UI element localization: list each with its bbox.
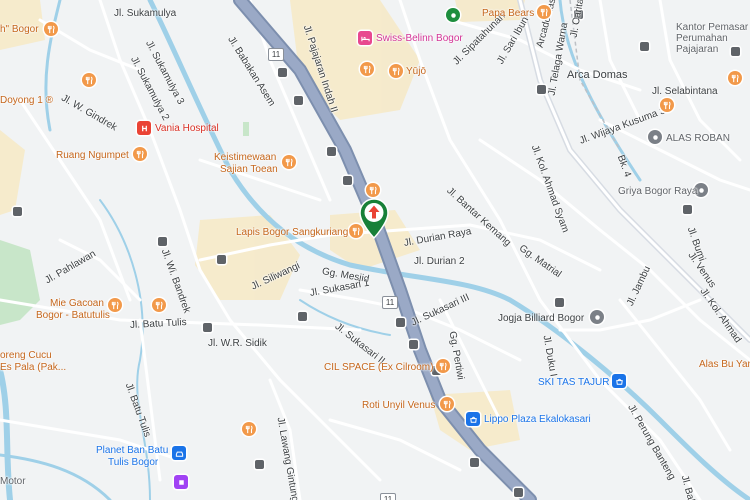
map-canvas[interactable]: 11 11 11 Jl. Sukamulya Jl. Sukamulya 3 J… <box>0 0 750 500</box>
bus-stop-icon[interactable] <box>640 42 649 51</box>
poi-label[interactable]: Mie Gacoan <box>50 298 104 309</box>
restaurant-icon[interactable] <box>440 397 454 411</box>
bus-stop-icon[interactable] <box>294 96 303 105</box>
street-label: Jl. W.R. Sidik <box>208 338 267 349</box>
bus-stop-icon[interactable] <box>343 176 352 185</box>
poi-label[interactable]: Ruang Ngumpet <box>56 150 129 161</box>
restaurant-icon[interactable] <box>537 5 551 19</box>
hospital-icon[interactable] <box>137 121 151 135</box>
poi-label[interactable]: Swiss-Belinn Bogor <box>376 33 463 44</box>
restaurant-icon[interactable] <box>660 98 674 112</box>
poi-label[interactable]: CIL SPACE (Ex Cilroom) <box>324 362 433 373</box>
street-label: Jl. Durian 2 <box>414 256 465 267</box>
poi-label[interactable]: Motor <box>0 476 26 487</box>
poi-label[interactable]: Arca Domas <box>567 70 628 81</box>
poi-label[interactable]: Lippo Plaza Ekalokasari <box>484 414 591 425</box>
poi-label[interactable]: SKI TAS TAJUR <box>538 377 610 388</box>
poi-label[interactable]: Papa Bears <box>482 8 534 19</box>
restaurant-icon[interactable] <box>44 22 58 36</box>
restaurant-icon[interactable] <box>389 64 403 78</box>
poi-label[interactable]: Vania Hospital <box>155 123 219 134</box>
bus-stop-icon[interactable] <box>13 207 22 216</box>
poi-label[interactable]: Kantor Pemasar Perumahan Pajajaran <box>676 22 750 55</box>
place-icon[interactable] <box>648 130 662 144</box>
bus-stop-icon[interactable] <box>203 323 212 332</box>
poi-label[interactable]: Griya Bogor Raya <box>618 186 697 197</box>
poi-label[interactable]: Jogja Billiard Bogor <box>498 313 584 324</box>
restaurant-icon[interactable] <box>242 422 256 436</box>
route-shield: 11 <box>268 48 284 61</box>
restaurant-icon[interactable] <box>82 73 96 87</box>
restaurant-icon[interactable] <box>133 147 147 161</box>
bus-stop-icon[interactable] <box>470 458 479 467</box>
bus-stop-icon[interactable] <box>396 318 405 327</box>
street-label: Jl. Sukamulya <box>114 8 177 19</box>
bus-stop-icon[interactable] <box>217 255 226 264</box>
poi-label[interactable]: Tulis Bogor <box>108 457 158 468</box>
poi-label[interactable]: Yūjō <box>406 66 426 77</box>
poi-label[interactable]: Roti Unyil Venus <box>362 400 435 411</box>
bus-stop-icon[interactable] <box>278 68 287 77</box>
bus-stop-icon[interactable] <box>158 237 167 246</box>
bus-stop-icon[interactable] <box>298 312 307 321</box>
route-shield: 11 <box>382 296 398 309</box>
poi-label[interactable]: Bogor - Batutulis <box>36 310 110 321</box>
bus-stop-icon[interactable] <box>683 205 692 214</box>
car-repair-icon[interactable] <box>172 446 186 460</box>
bus-stop-icon[interactable] <box>555 298 564 307</box>
place-icon[interactable] <box>174 475 188 489</box>
poi-label[interactable]: Doyong 1 ® <box>0 95 53 106</box>
bus-stop-icon[interactable] <box>514 488 523 497</box>
restaurant-icon[interactable] <box>366 183 380 197</box>
selected-location-marker[interactable] <box>358 198 390 240</box>
restaurant-icon[interactable] <box>360 62 374 76</box>
street-label: Jl. Selabintana <box>652 86 718 97</box>
store-icon[interactable] <box>466 412 480 426</box>
restaurant-icon[interactable] <box>152 298 166 312</box>
poi-label[interactable]: Keistimewaan <box>214 152 276 163</box>
poi-label[interactable]: h" Bogor <box>0 24 39 35</box>
poi-label[interactable]: Lapis Bogor Sangkuriang <box>236 227 348 238</box>
bus-stop-icon[interactable] <box>327 147 336 156</box>
restaurant-icon[interactable] <box>436 359 450 373</box>
restaurant-icon[interactable] <box>282 155 296 169</box>
place-icon[interactable] <box>446 8 460 22</box>
poi-label[interactable]: Planet Ban Batu <box>96 445 168 456</box>
restaurant-icon[interactable] <box>108 298 122 312</box>
bus-stop-icon[interactable] <box>255 460 264 469</box>
store-icon[interactable] <box>612 374 626 388</box>
bus-stop-icon[interactable] <box>537 85 546 94</box>
hotel-icon[interactable] <box>358 31 372 45</box>
poi-label[interactable]: Es Pala (Pak... <box>0 362 66 373</box>
poi-label[interactable]: Sajian Toean <box>220 164 278 175</box>
restaurant-icon[interactable] <box>728 71 742 85</box>
bus-stop-icon[interactable] <box>409 340 418 349</box>
route-shield: 11 <box>380 493 396 500</box>
poi-label[interactable]: ALAS ROBAN <box>666 133 730 144</box>
poi-label[interactable]: oreng Cucu <box>0 350 52 361</box>
poi-label[interactable]: Alas Bu Yan <box>699 359 750 370</box>
place-icon[interactable] <box>590 310 604 324</box>
